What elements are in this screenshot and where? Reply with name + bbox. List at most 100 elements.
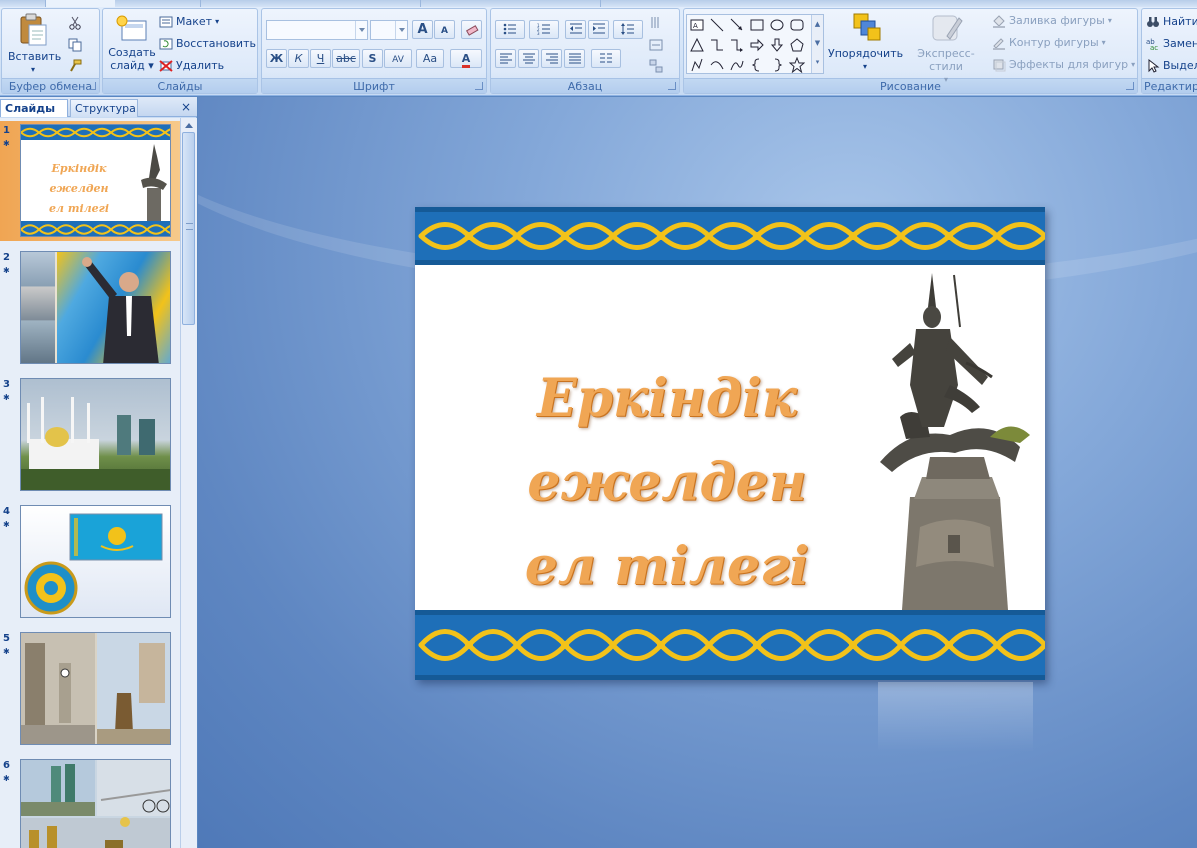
line-spacing-button[interactable] xyxy=(613,20,643,39)
slide-thumbnail-2[interactable]: 2 ✱ xyxy=(0,248,180,368)
strikethrough-button[interactable]: abc xyxy=(332,49,360,68)
font-name-combo[interactable] xyxy=(266,20,368,40)
shape-fill-button[interactable]: Заливка фигуры ▾ xyxy=(992,11,1112,31)
thumbnail-scrollbar[interactable] xyxy=(180,118,197,848)
monument-thumb-image xyxy=(141,144,167,221)
char-spacing-button[interactable]: AV xyxy=(384,49,412,68)
align-right-button[interactable] xyxy=(541,49,562,68)
bold-button[interactable]: Ж xyxy=(266,49,287,68)
svg-text:3: 3 xyxy=(537,31,540,36)
shrink-font-button[interactable]: A xyxy=(434,20,455,39)
align-center-button[interactable] xyxy=(518,49,539,68)
monument-image[interactable] xyxy=(870,267,1045,610)
slide-title[interactable]: Еркіндік ежелден ел тілегі xyxy=(427,357,907,609)
align-center-icon xyxy=(522,53,535,64)
grow-font-button[interactable]: A xyxy=(412,20,433,39)
tab-slides[interactable]: Слайды xyxy=(0,99,68,117)
font-launcher-icon[interactable] xyxy=(475,82,483,90)
replace-button[interactable]: ab ac Замен xyxy=(1146,34,1197,54)
bullets-button[interactable] xyxy=(495,20,525,39)
copy-icon xyxy=(68,38,82,52)
current-slide[interactable]: Еркіндік ежелден ел тілегі xyxy=(415,207,1045,680)
slide-thumbnail-list[interactable]: 1 ✱ Еркіндік ежелден ел тілегі 2 ✱ 3 ✱ 4… xyxy=(0,118,180,848)
smartart-button[interactable] xyxy=(649,56,663,76)
slide-thumbnail-1[interactable]: 1 ✱ Еркіндік ежелден ел тілегі xyxy=(0,121,180,241)
format-painter-icon xyxy=(70,59,82,72)
paste-button[interactable]: Вставить ▾ xyxy=(8,13,61,76)
right-arrow-shape-icon[interactable] xyxy=(749,37,765,53)
increase-indent-button[interactable] xyxy=(588,20,609,39)
underline-button[interactable]: Ч xyxy=(310,49,331,68)
shapes-gallery[interactable]: A ▲ ▼ ▾ xyxy=(686,14,824,74)
font-size-combo[interactable] xyxy=(370,20,408,40)
drawing-launcher-icon[interactable] xyxy=(1126,82,1134,90)
clear-format-button[interactable] xyxy=(461,20,482,39)
elbow-arrow-shape-icon[interactable] xyxy=(729,37,745,53)
quick-styles-button[interactable]: Экспресс-стили ▾ xyxy=(904,12,988,86)
italic-button[interactable]: К xyxy=(288,49,309,68)
right-brace-shape-icon[interactable] xyxy=(769,57,785,73)
align-left-button[interactable] xyxy=(495,49,516,68)
close-icon[interactable]: × xyxy=(181,100,191,114)
animation-icon: ✱ xyxy=(3,266,10,275)
font-color-button[interactable]: A xyxy=(450,49,482,68)
person-waving-image xyxy=(82,257,159,363)
oval-shape-icon[interactable] xyxy=(769,17,785,33)
shape-effects-button[interactable]: Эффекты для фигур ▾ xyxy=(992,55,1135,75)
group-label-clipboard: Буфер обмена xyxy=(2,78,99,93)
new-slide-button[interactable]: Создать слайд ▾ xyxy=(107,15,157,72)
thumbnail-preview xyxy=(20,759,171,848)
slide-thumbnail-3[interactable]: 3 ✱ xyxy=(0,375,180,495)
change-case-button[interactable]: Aa xyxy=(416,49,444,68)
copy-button[interactable] xyxy=(68,35,82,55)
scroll-up-icon[interactable] xyxy=(183,121,195,131)
delete-slide-button[interactable]: Удалить xyxy=(159,56,224,76)
shapes-gallery-scroll[interactable]: ▲ ▼ ▾ xyxy=(811,15,823,73)
shape-outline-button[interactable]: Контур фигуры ▾ xyxy=(992,33,1106,53)
group-paragraph: 123 Абзац xyxy=(490,8,680,94)
ornament-band-bottom xyxy=(415,610,1045,680)
tab-home[interactable] xyxy=(45,0,115,7)
ornament-band-top xyxy=(415,207,1045,265)
paragraph-launcher-icon[interactable] xyxy=(668,82,676,90)
pentagon-shape-icon[interactable] xyxy=(789,37,805,53)
triangle-shape-icon[interactable] xyxy=(689,37,705,53)
down-arrow-shape-icon[interactable] xyxy=(769,37,785,53)
numbered-list-icon: 123 xyxy=(537,23,550,36)
columns-button[interactable] xyxy=(591,49,621,68)
clipboard-launcher-icon[interactable] xyxy=(88,82,96,90)
paste-icon xyxy=(20,13,47,46)
thumbnail-preview xyxy=(20,378,171,491)
textbox-shape-icon[interactable]: A xyxy=(689,17,705,33)
justify-button[interactable] xyxy=(564,49,585,68)
elbow-connector-shape-icon[interactable] xyxy=(709,37,725,53)
text-direction-button[interactable] xyxy=(649,13,663,33)
numbering-button[interactable]: 123 xyxy=(529,20,559,39)
cut-button[interactable] xyxy=(68,13,82,33)
slide-thumbnail-4[interactable]: 4 ✱ xyxy=(0,502,180,622)
shadow-button[interactable]: S xyxy=(362,49,383,68)
layout-button[interactable]: Макет ▾ xyxy=(159,12,219,32)
rounded-rect-shape-icon[interactable] xyxy=(789,17,805,33)
line-shape-icon[interactable] xyxy=(709,17,725,33)
reset-slide-icon xyxy=(159,38,173,50)
star-shape-icon[interactable] xyxy=(789,57,805,73)
left-brace-shape-icon[interactable] xyxy=(749,57,765,73)
format-painter-button[interactable] xyxy=(68,56,82,76)
reset-button[interactable]: Восстановить xyxy=(159,34,256,54)
select-button[interactable]: Выдел xyxy=(1146,56,1197,76)
tab-outline[interactable]: Структура xyxy=(70,99,138,117)
arc-shape-icon[interactable] xyxy=(709,57,725,73)
scrollbar-thumb[interactable] xyxy=(182,132,195,325)
decrease-indent-button[interactable] xyxy=(565,20,586,39)
slide-thumbnail-5[interactable]: 5 ✱ xyxy=(0,629,180,749)
arrow-line-shape-icon[interactable] xyxy=(729,17,745,33)
align-text-button[interactable] xyxy=(649,35,663,55)
freeform-shape-icon[interactable] xyxy=(689,57,705,73)
slide-thumbnail-6[interactable]: 6 ✱ xyxy=(0,756,180,848)
curve-shape-icon[interactable] xyxy=(729,57,745,73)
arrange-button[interactable]: Упорядочить ▾ xyxy=(828,12,903,73)
find-button[interactable]: Найти xyxy=(1146,12,1197,32)
group-editing: Найти abac Замен Выдел Редактиров xyxy=(1141,8,1197,94)
rectangle-shape-icon[interactable] xyxy=(749,17,765,33)
